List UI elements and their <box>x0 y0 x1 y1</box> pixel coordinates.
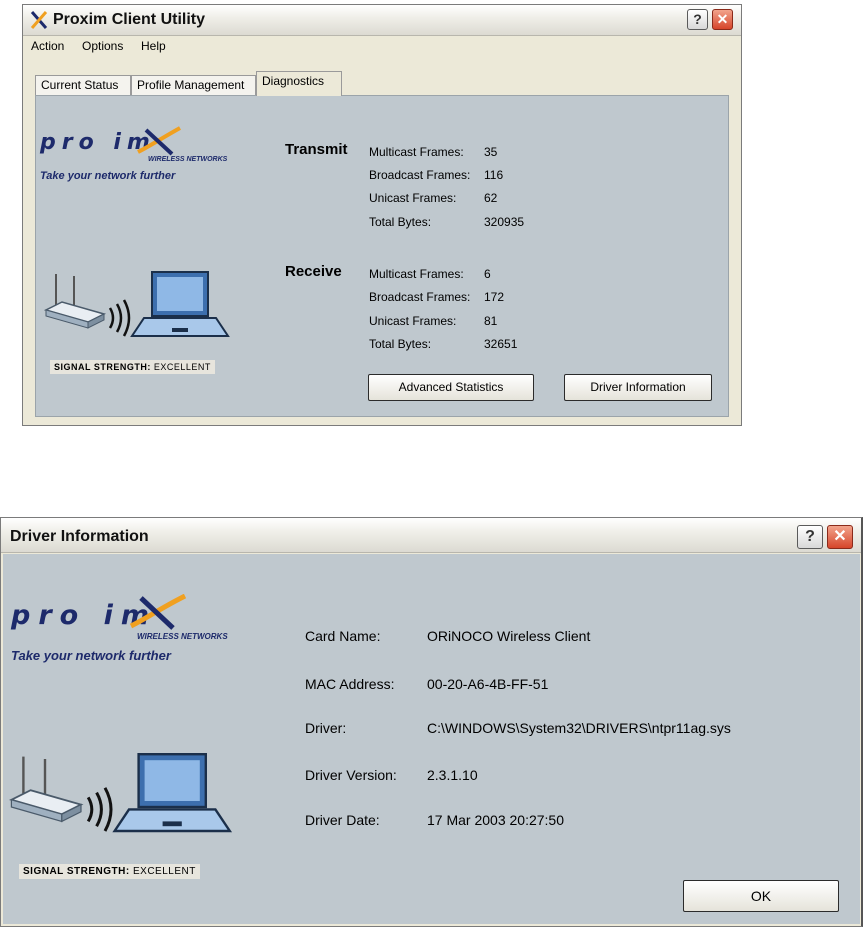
title-bar[interactable]: Driver Information ? ✕ <box>1 518 861 553</box>
logo-x-swoosh-icon <box>137 126 181 156</box>
receive-multicast-value: 6 <box>484 267 491 281</box>
access-point-icon <box>44 274 107 329</box>
menu-action[interactable]: Action <box>31 39 64 53</box>
signal-illustration <box>9 753 233 833</box>
receive-total-bytes-value: 32651 <box>484 337 518 351</box>
receive-heading: Receive <box>285 263 342 280</box>
driver-path-value: C:\WINDOWS\System32\DRIVERS\ntpr11ag.sys <box>427 720 731 736</box>
signal-waves-icon <box>108 299 131 337</box>
driver-information-panel: pro im WIRELESS NETWORKS Take your netwo… <box>3 554 860 924</box>
title-bar[interactable]: Proxim Client Utility ? ✕ <box>23 5 741 36</box>
signal-waves-icon <box>86 787 113 832</box>
advanced-statistics-button[interactable]: Advanced Statistics <box>368 374 534 401</box>
transmit-total-bytes-value: 320935 <box>484 215 525 229</box>
window-title: Proxim Client Utility <box>53 11 206 28</box>
driver-version-value: 2.3.1.10 <box>427 767 478 783</box>
signal-strength-label: SIGNAL STRENGTH: <box>54 362 151 372</box>
receive-broadcast-label: Broadcast Frames: <box>369 290 471 304</box>
logo-tagline: Take your network further <box>40 170 176 182</box>
tab-current-status[interactable]: Current Status <box>35 75 131 95</box>
receive-multicast-label: Multicast Frames: <box>369 267 464 281</box>
signal-strength: SIGNAL STRENGTH: EXCELLENT <box>19 864 200 879</box>
receive-total-bytes-label: Total Bytes: <box>369 337 432 351</box>
driver-label: Driver: <box>305 720 347 736</box>
laptop-icon <box>112 753 233 833</box>
logo-x-swoosh-icon <box>129 594 187 630</box>
receive-unicast-label: Unicast Frames: <box>369 314 457 328</box>
signal-strength-label: SIGNAL STRENGTH: <box>23 866 130 877</box>
card-name-value: ORiNOCO Wireless Client <box>427 628 591 644</box>
logo-tagline: Take your network further <box>11 648 171 663</box>
menu-help[interactable]: Help <box>141 39 166 53</box>
window-title: Driver Information <box>10 528 149 545</box>
driver-version-label: Driver Version: <box>305 767 397 783</box>
receive-unicast-value: 81 <box>484 314 498 328</box>
receive-broadcast-value: 172 <box>484 290 505 304</box>
proxim-client-utility-window: Proxim Client Utility ? ✕ Action Options… <box>22 4 742 426</box>
transmit-broadcast-label: Broadcast Frames: <box>369 168 471 182</box>
signal-strength-value: EXCELLENT <box>133 866 196 877</box>
menu-options[interactable]: Options <box>82 39 123 53</box>
driver-information-button[interactable]: Driver Information <box>564 374 712 401</box>
signal-strength: SIGNAL STRENGTH: EXCELLENT <box>50 360 215 374</box>
transmit-unicast-label: Unicast Frames: <box>369 191 457 205</box>
proxim-x-icon <box>29 10 49 35</box>
help-button[interactable]: ? <box>797 525 823 549</box>
driver-date-label: Driver Date: <box>305 812 380 828</box>
logo-subtitle: WIRELESS NETWORKS <box>148 156 228 163</box>
ok-button[interactable]: OK <box>683 880 839 912</box>
mac-address-value: 00-20-A6-4B-FF-51 <box>427 676 549 692</box>
diagnostics-panel: pro im WIRELESS NETWORKS Take your netwo… <box>35 95 729 417</box>
transmit-heading: Transmit <box>285 141 348 158</box>
close-button[interactable]: ✕ <box>827 525 853 549</box>
menu-bar: Action Options Help <box>23 35 741 57</box>
tab-diagnostics[interactable]: Diagnostics <box>256 71 342 96</box>
signal-strength-value: EXCELLENT <box>153 362 211 372</box>
transmit-broadcast-value: 116 <box>484 168 504 182</box>
access-point-icon <box>9 756 84 823</box>
driver-date-value: 17 Mar 2003 20:27:50 <box>427 812 564 828</box>
mac-address-label: MAC Address: <box>305 676 395 692</box>
laptop-icon <box>130 271 230 337</box>
transmit-unicast-value: 62 <box>484 191 498 205</box>
tab-profile-management[interactable]: Profile Management <box>131 75 256 95</box>
proxim-logo: pro im WIRELESS NETWORKS Take your netwo… <box>11 594 271 684</box>
transmit-total-bytes-label: Total Bytes: <box>369 215 432 229</box>
card-name-label: Card Name: <box>305 628 381 644</box>
driver-information-window: Driver Information ? ✕ pro im WIRELESS N… <box>0 517 863 927</box>
transmit-multicast-label: Multicast Frames: <box>369 145 464 159</box>
transmit-multicast-value: 35 <box>484 145 498 159</box>
close-button[interactable]: ✕ <box>712 9 733 30</box>
signal-illustration <box>44 271 230 337</box>
help-button[interactable]: ? <box>687 9 708 30</box>
proxim-logo: pro im WIRELESS NETWORKS Take your netwo… <box>40 126 260 196</box>
logo-subtitle: WIRELESS NETWORKS <box>137 632 228 641</box>
